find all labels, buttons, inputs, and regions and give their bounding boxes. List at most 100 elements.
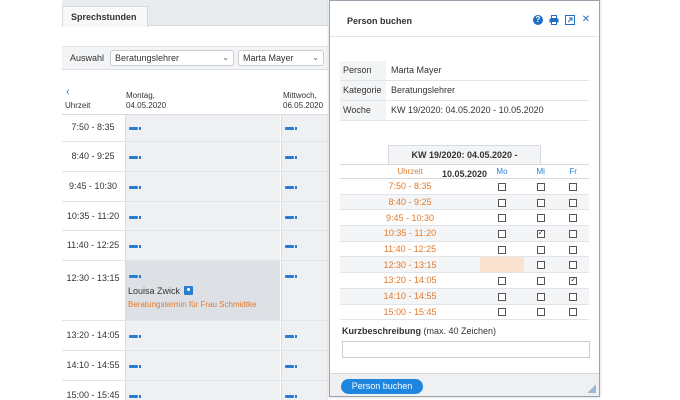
slot-available-icon — [285, 216, 297, 219]
column-friday: Fr — [557, 164, 589, 179]
slot-cell-fr — [557, 241, 589, 258]
slot-checkbox-mo[interactable] — [497, 198, 506, 207]
slot-cell[interactable] — [125, 115, 280, 141]
help-icon[interactable]: ? — [533, 15, 543, 25]
slot-time: 10:35 - 11:20 — [340, 225, 480, 242]
slot-row: 7:50 - 8:35 — [62, 115, 328, 142]
slot-checkbox-mi[interactable] — [536, 214, 545, 223]
info-key: Person — [340, 61, 386, 80]
slot-cell-fr — [557, 178, 589, 195]
slot-available-icon — [285, 275, 297, 278]
slot-time: 9:45 - 10:30 — [68, 181, 118, 191]
print-icon[interactable] — [549, 15, 559, 25]
role-select[interactable]: Beratungslehrer ⌄ — [110, 50, 234, 66]
slot-time: 8:40 - 9:25 — [71, 151, 115, 161]
slot-checkbox-fr[interactable] — [569, 230, 578, 239]
slot-cell-mi — [523, 241, 558, 258]
slot-checkbox-fr[interactable] — [569, 308, 578, 317]
slot-available-icon — [129, 245, 141, 248]
slot-table-row: 11:40 - 12:25 — [340, 241, 589, 258]
slot-checkbox-mo[interactable] — [497, 230, 506, 239]
slot-cell-mo — [480, 288, 524, 305]
slot-cell[interactable] — [125, 172, 280, 201]
resize-grip-icon[interactable] — [587, 384, 596, 393]
booking-person: Louisa Zwick — [128, 286, 194, 296]
slot-available-icon — [129, 186, 141, 189]
short-description-label: Kurzbeschreibung (max. 40 Zeichen) — [342, 326, 496, 336]
external-link-icon[interactable] — [565, 15, 575, 25]
person-select[interactable]: Marta Mayer ⌄ — [238, 50, 324, 66]
slot-checkbox-fr[interactable] — [569, 198, 578, 207]
slot-checkbox-fr[interactable] — [569, 261, 578, 270]
slot-cell-mo — [480, 304, 524, 321]
slot-checkbox-mi[interactable] — [536, 228, 545, 239]
slot-checkbox-mo[interactable] — [497, 245, 506, 254]
slot-checkbox-mo[interactable] — [497, 292, 506, 301]
slot-table-row: 8:40 - 9:25 — [340, 194, 589, 211]
slot-checkbox-mi[interactable] — [536, 292, 545, 301]
close-icon[interactable]: ✕ — [581, 15, 591, 25]
slot-time: 13:20 - 14:05 — [340, 272, 480, 289]
slot-table-row: 10:35 - 11:20 — [340, 225, 589, 242]
slot-cell[interactable] — [281, 231, 328, 260]
day-header-name: Mittwoch, — [283, 91, 317, 100]
slot-cell[interactable] — [281, 142, 328, 171]
slot-checkbox-fr[interactable] — [569, 245, 578, 254]
slot-cell[interactable] — [125, 231, 280, 260]
info-value: Marta Mayer — [391, 65, 442, 75]
short-description-hint: (max. 40 Zeichen) — [423, 326, 497, 336]
slot-available-icon — [285, 395, 297, 398]
day-header-wednesday: Mittwoch, 06.05.2020 — [283, 91, 323, 111]
slot-cell-mi — [523, 178, 558, 195]
slot-checkbox-mi[interactable] — [536, 182, 545, 191]
slot-checkbox-mo[interactable] — [497, 308, 506, 317]
slot-checkbox-mi[interactable] — [536, 277, 545, 286]
slot-cell[interactable] — [125, 381, 280, 400]
info-row-category: Kategorie Beratungslehrer — [340, 81, 589, 101]
day-header-date: 06.05.2020 — [283, 101, 324, 110]
slot-row: 13:20 - 14:05 — [62, 321, 328, 351]
slot-cell[interactable] — [281, 381, 328, 400]
slot-cell[interactable] — [281, 172, 328, 201]
book-person-button[interactable]: Person buchen — [341, 379, 423, 394]
slot-cell-mi — [523, 194, 558, 211]
slot-checkbox-mo[interactable] — [497, 277, 506, 286]
slot-time: 15:00 - 15:45 — [340, 304, 480, 321]
slot-checkbox-fr[interactable] — [569, 182, 578, 191]
slot-checkbox-fr[interactable] — [569, 214, 578, 223]
booking-description: Beratungstermin für Frau Schmidtke — [128, 300, 257, 309]
slot-checkbox-mo[interactable] — [497, 182, 506, 191]
previous-week-icon[interactable]: ‹ — [66, 86, 70, 98]
slot-cell[interactable] — [281, 321, 328, 350]
slot-checkbox-fr[interactable] — [569, 292, 578, 301]
slot-cell[interactable] — [125, 351, 280, 380]
slot-checkbox-mi[interactable] — [536, 261, 545, 270]
booking-person-name: Louisa Zwick — [128, 286, 181, 296]
slot-time: 11:40 - 12:25 — [340, 241, 480, 258]
slot-checkbox-fr[interactable] — [569, 275, 578, 286]
slot-cell[interactable] — [281, 202, 328, 230]
slot-cell[interactable] — [281, 115, 328, 141]
slot-cell-fr — [557, 209, 589, 227]
info-value: KW 19/2020: 04.05.2020 - 10.05.2020 — [391, 105, 544, 115]
dialog-title-bar: Person buchen ? ✕ — [330, 1, 599, 37]
slot-checkbox-mo[interactable] — [497, 214, 506, 223]
slot-cell[interactable] — [125, 202, 280, 230]
person-card-icon[interactable] — [184, 286, 194, 295]
week-title: KW 19/2020: 04.05.2020 - 10.05.2020 — [388, 145, 541, 179]
slot-row: 10:35 - 11:20 — [62, 202, 328, 231]
slot-cell[interactable] — [125, 321, 280, 350]
booked-slot-cell[interactable]: Louisa Zwick Beratungstermin für Frau Sc… — [125, 261, 280, 320]
tab-strip: Sprechstunden — [62, 0, 328, 27]
slot-checkbox-mi[interactable] — [536, 308, 545, 317]
slot-time: 10:35 - 11:20 — [66, 211, 120, 221]
slot-checkbox-mi[interactable] — [536, 198, 545, 207]
short-description-input[interactable] — [342, 341, 590, 358]
slot-time: 12:30 - 13:15 — [340, 256, 480, 274]
slot-cell[interactable] — [125, 142, 280, 171]
slot-cell[interactable] — [281, 261, 328, 320]
slot-cell[interactable] — [281, 351, 328, 380]
tab-sprechstunden[interactable]: Sprechstunden — [62, 6, 148, 27]
slot-checkbox-mi[interactable] — [536, 245, 545, 254]
slot-row: 14:10 - 14:55 — [62, 351, 328, 381]
